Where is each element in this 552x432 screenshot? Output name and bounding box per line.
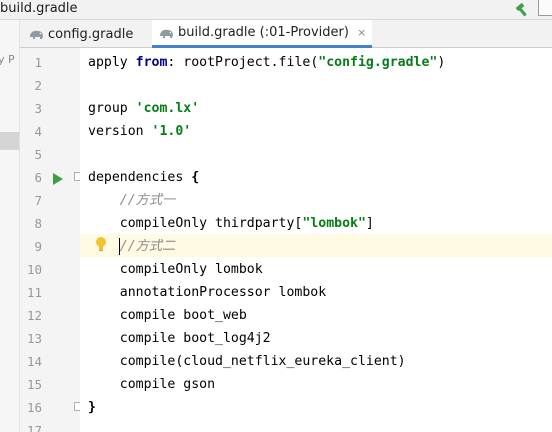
editor-gutter[interactable]: 1 2 3 4 5 6 7 8 9 10 11 12 13 14 15 16 17 [20,48,100,432]
code-line[interactable]: compile gson [88,373,215,396]
code-line[interactable]: version '1.0' [88,120,191,143]
line-number: 14 [26,354,42,369]
hammer-icon[interactable] [513,0,531,18]
code-string: "config.gradle" [318,55,438,70]
line-number: 3 [34,101,42,116]
code-token: compile(cloud_netflix_eureka_client) [88,354,406,369]
code-line[interactable]: //方式二 [88,235,175,258]
code-token: dependencies [88,170,192,185]
code-token: group [88,101,136,116]
line-number: 5 [34,147,42,162]
line-number: 16 [26,400,42,415]
code-comment: //方式一 [119,193,176,208]
window-title-bar: build.gradle [0,0,552,20]
code-token: compileOnly thirdparty[ [88,216,303,231]
line-number: 9 [34,239,42,254]
line-number: 13 [26,331,42,346]
window-close-button[interactable] [538,0,552,16]
editor-tab-bar: config.gradle build.gradle (:01-Provider… [20,20,552,48]
code-line[interactable]: group 'com.lx' [88,97,199,120]
code-token: { [191,170,200,185]
code-token: compile boot_web [88,308,247,323]
line-number: 1 [34,55,42,70]
code-comment: //方式二 [119,239,176,254]
code-line[interactable]: compile(cloud_netflix_eureka_client) [88,350,406,373]
code-token: annotationProcessor lombok [88,285,327,300]
line-number: 6 [34,170,42,185]
tab-label: config.gradle [48,26,134,42]
line-number: 11 [26,285,42,300]
code-line[interactable]: compile boot_log4j2 [88,327,271,350]
code-token: } [88,400,96,415]
tab-config-gradle[interactable]: config.gradle [28,20,133,48]
code-token: compile boot_log4j2 [88,331,271,346]
line-number: 15 [26,377,42,392]
code-string: "lombok" [302,216,366,231]
code-line[interactable]: dependencies { [88,166,199,189]
code-string: 'com.lx' [135,101,200,116]
code-line[interactable]: annotationProcessor lombok [88,281,326,304]
code-token: version [88,124,152,139]
code-line[interactable]: } [88,396,96,419]
code-line[interactable]: compileOnly thirdparty["lombok"] [88,212,374,235]
project-panel-selected-row[interactable] [0,132,19,150]
line-number: 10 [26,262,42,277]
tab-build-gradle[interactable]: build.gradle (:01-Provider) × [152,20,373,48]
code-token: ) [437,55,446,70]
gradle-elephant-icon [158,26,174,40]
code-token: compile gson [88,377,216,392]
tab-label: build.gradle (:01-Provider) [178,25,349,40]
close-icon[interactable]: × [357,26,366,39]
code-token: : rootProject.file( [167,55,319,70]
code-editor[interactable]: apply from: rootProject.file("config.gra… [80,48,552,432]
line-number: 4 [34,124,42,139]
line-number: 7 [34,193,42,208]
code-token: ] [365,216,374,231]
line-number: 17 [26,423,42,432]
code-line[interactable]: compile boot_web [88,304,247,327]
project-tool-window: y P [0,20,20,432]
code-token: compileOnly lombok [88,262,263,277]
code-line[interactable]: compileOnly lombok [88,258,263,281]
code-keyword: from [135,55,168,70]
window-title: build.gradle [0,1,78,16]
line-number: 8 [34,216,42,231]
code-line[interactable]: //方式一 [88,189,175,212]
line-number: 12 [26,308,42,323]
project-panel-clipped-text: y P [0,53,15,66]
run-gutter-icon[interactable] [53,170,63,185]
code-token: apply [88,55,136,70]
code-line[interactable]: apply from: rootProject.file("config.gra… [88,51,445,74]
line-number: 2 [34,78,42,93]
gradle-elephant-icon [28,27,44,41]
code-string: '1.0' [151,124,192,139]
